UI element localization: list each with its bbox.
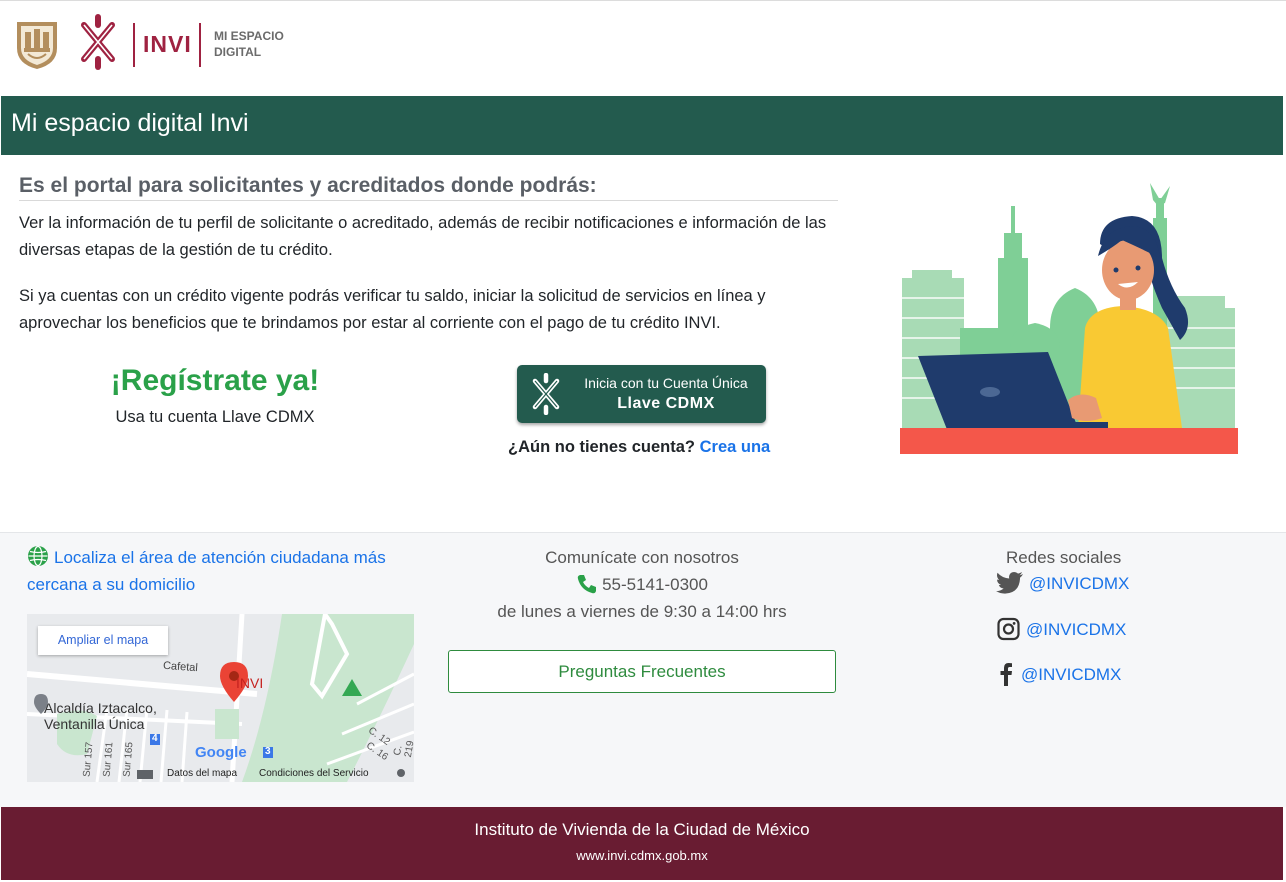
- intro-paragraph: Ver la información de tu perfil de solic…: [19, 214, 827, 259]
- llave-cdmx-icon: [532, 373, 560, 415]
- twitter-link[interactable]: @INVICDMX: [996, 571, 1129, 595]
- google-logo: Google: [195, 744, 247, 761]
- globe-icon: [28, 545, 48, 567]
- credit-paragraph: Si ya cuentas con un crédito vigente pod…: [19, 287, 766, 332]
- create-account-link[interactable]: Crea una: [700, 438, 771, 456]
- no-account-text: ¿Aún no tienes cuenta?: [508, 438, 696, 456]
- site-subtitle-line2: DIGITAL: [214, 45, 262, 59]
- contact-block: Comunícate con nosotros 55-5141-0300 de …: [449, 544, 835, 625]
- register-block: ¡Regístrate ya! Usa tu cuenta Llave CDMX: [110, 364, 320, 427]
- twitter-icon: [996, 572, 1023, 594]
- llave-cdmx-login-button[interactable]: Inicia con tu Cuenta Única Llave CDMX: [517, 365, 766, 423]
- map-street-label: C. 219: [392, 739, 414, 759]
- facebook-link[interactable]: @INVICDMX: [996, 662, 1121, 686]
- social-title: Redes sociales: [1006, 548, 1122, 567]
- register-title: ¡Regístrate ya!: [110, 364, 320, 397]
- contact-hours: de lunes a viernes de 9:30 a 14:00 hrs: [497, 602, 787, 621]
- map-street-label: Cafetal: [162, 659, 199, 675]
- map-route-badge: 4: [152, 733, 158, 744]
- enlarge-map-button[interactable]: Ampliar el mapa: [38, 626, 168, 655]
- twitter-handle: @INVICDMX: [1029, 574, 1130, 593]
- llave-button-line1: Inicia con tu Cuenta Única: [584, 375, 748, 391]
- map-alcaldia-label-2: Ventanilla Única: [44, 716, 145, 732]
- logo-divider: [133, 23, 135, 67]
- facebook-handle: @INVICDMX: [1021, 665, 1122, 684]
- site-subtitle-line1: MI ESPACIO: [214, 29, 284, 43]
- invi-wordmark: INVI: [143, 31, 192, 57]
- site-header: INVI MI ESPACIO DIGITAL: [0, 1, 1286, 96]
- woman-laptop-city-illustration: [900, 183, 1238, 454]
- footer-url[interactable]: www.invi.cdmx.gob.mx: [1, 848, 1283, 863]
- logo-divider: [199, 23, 201, 67]
- locate-office-link[interactable]: Localiza el área de atención ciudadana m…: [27, 544, 407, 598]
- instagram-icon: [997, 617, 1020, 641]
- facebook-icon: [1000, 663, 1012, 686]
- map-route-badge: 3: [265, 746, 271, 757]
- contact-title: Comunícate con nosotros: [545, 548, 739, 567]
- contact-phone-row: 55-5141-0300: [449, 571, 835, 598]
- cdmx-crest-icon: [17, 22, 57, 69]
- instagram-handle: @INVICDMX: [1026, 620, 1127, 639]
- page-title: Mi espacio digital Invi: [11, 109, 249, 137]
- footer-institution-name: Instituto de Vivienda de la Ciudad de Mé…: [474, 820, 810, 839]
- map-alcaldia-label-1: Alcaldía Iztacalco,: [44, 700, 157, 716]
- portal-heading: Es el portal para solicitantes y acredit…: [19, 174, 838, 201]
- google-map[interactable]: Ampliar el mapa Cafetal INVI Alcaldía Iz…: [27, 614, 414, 782]
- instagram-link[interactable]: @INVICDMX: [996, 617, 1126, 641]
- locate-office-text: Localiza el área de atención ciudadana m…: [27, 548, 386, 594]
- map-data-link[interactable]: Datos del mapa: [167, 768, 237, 779]
- site-subtitle: MI ESPACIO DIGITAL: [214, 28, 304, 60]
- no-account-prompt: ¿Aún no tienes cuenta? Crea una: [508, 438, 770, 457]
- site-footer: Instituto de Vivienda de la Ciudad de Mé…: [1, 807, 1283, 880]
- register-subtitle: Usa tu cuenta Llave CDMX: [115, 408, 315, 426]
- phone-icon: [577, 575, 597, 594]
- cdmx-logo-icon: [81, 14, 115, 70]
- llave-button-line2: Llave CDMX: [617, 395, 715, 412]
- map-place-label: INVI: [236, 675, 264, 691]
- faq-button[interactable]: Preguntas Frecuentes: [448, 650, 836, 693]
- map-terms-link[interactable]: Condiciones del Servicio: [259, 768, 369, 779]
- contact-phone[interactable]: 55-5141-0300: [602, 575, 708, 594]
- title-banner: Mi espacio digital Invi: [1, 96, 1283, 155]
